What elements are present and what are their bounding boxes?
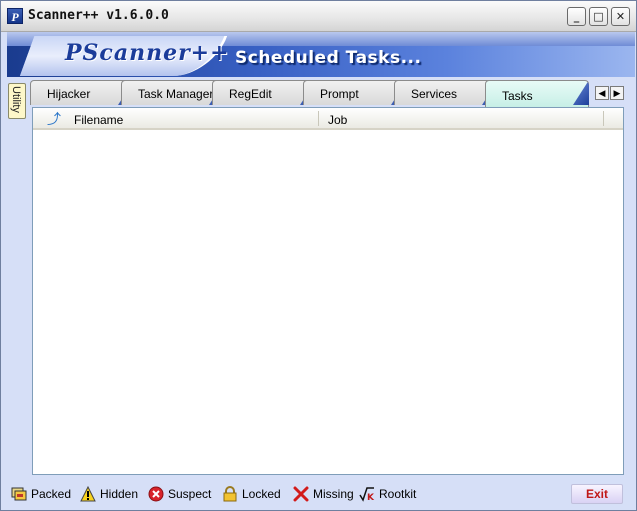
maximize-button[interactable]: □ [589,7,608,26]
missing-icon [293,486,309,502]
tab-label: Services [411,87,458,101]
app-icon[interactable]: P [7,8,23,24]
legend-rootkit: K Rootkit [359,485,421,503]
refresh-icon[interactable]: ⤴ [47,112,61,126]
tab-task-manager[interactable]: Task Manager [121,80,225,105]
app-window: P Scanner++ v1.6.0.0 _ □ ✕ PScanner++ Sc… [0,0,637,511]
legend-label: Locked [242,487,281,501]
close-button[interactable]: ✕ [611,7,630,26]
tab-scroll-right-button[interactable]: ▶ [610,86,624,100]
utility-side-tab-label: Utility [10,86,22,113]
tab-hijacker[interactable]: Hijacker [30,80,134,105]
column-divider[interactable] [318,111,319,126]
column-header-job[interactable]: Job [328,113,347,127]
legend-label: Rootkit [379,487,417,501]
tab-label: Prompt [320,87,359,101]
app-logo: PScanner++ [65,40,230,66]
tab-label: Hijacker [47,87,91,101]
tab-label: Task Manager [138,87,214,101]
lock-icon [222,486,238,502]
rootkit-icon: K [359,486,375,503]
column-header-filename[interactable]: Filename [74,113,123,127]
tasks-list[interactable]: ⤴ Filename Job [32,107,624,475]
packed-icon [11,486,27,502]
legend-packed: Packed [11,485,71,503]
minimize-button[interactable]: _ [567,7,586,26]
legend-missing: Missing [293,485,355,503]
utility-side-tab[interactable]: Utility [8,83,26,119]
tab-scroll-left-button[interactable]: ◀ [595,86,609,100]
header-banner: PScanner++ Scheduled Tasks... [7,32,635,77]
suspect-icon [148,486,164,502]
tab-strip: Hijacker Task Manager RegEdit Prompt Ser… [30,80,590,107]
legend-label: Suspect [168,487,212,501]
exit-button[interactable]: Exit [571,484,623,504]
window-title: Scanner++ v1.6.0.0 [28,8,169,23]
tab-prompt[interactable]: Prompt [303,80,407,105]
legend-label: Missing [313,487,354,501]
tab-services[interactable]: Services [394,80,498,105]
title-bar[interactable]: P Scanner++ v1.6.0.0 _ □ ✕ [1,1,636,32]
column-header: ⤴ Filename Job [33,108,623,130]
legend-suspect: Suspect [148,485,218,503]
tab-label: RegEdit [229,87,272,101]
column-divider[interactable] [603,111,604,126]
tab-regedit[interactable]: RegEdit [212,80,316,105]
legend-locked: Locked [222,485,282,503]
legend-hidden: Hidden [80,485,140,503]
legend-label: Packed [31,487,72,501]
warning-icon [80,485,96,502]
legend-label: Hidden [100,487,139,501]
page-title: Scheduled Tasks... [235,48,422,68]
svg-text:K: K [367,493,375,502]
tab-tasks[interactable]: Tasks [485,80,589,107]
tab-label: Tasks [502,89,533,103]
